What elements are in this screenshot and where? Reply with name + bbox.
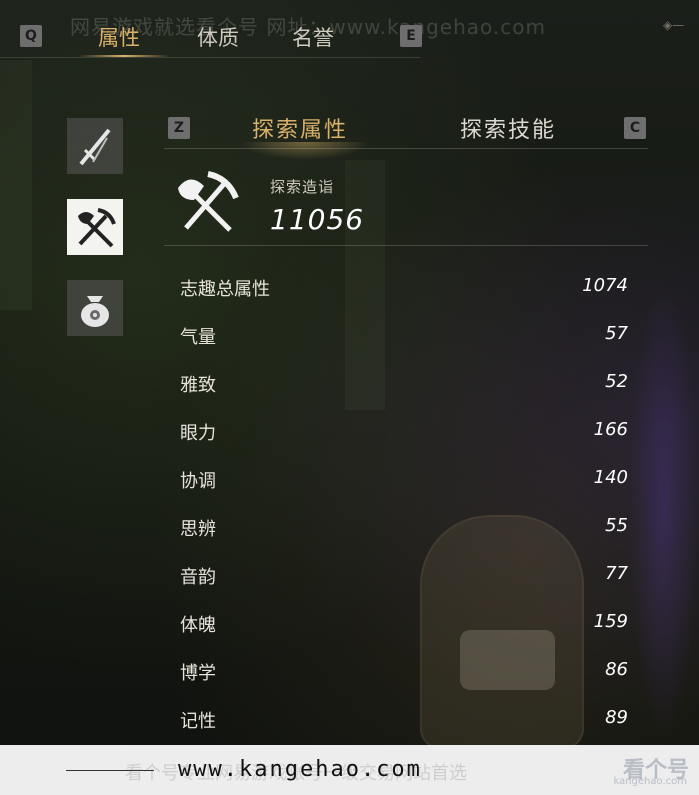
stat-name: 记性 xyxy=(180,711,216,732)
shovel-pickaxe-icon xyxy=(78,208,116,248)
stat-name: 思辨 xyxy=(180,519,216,540)
footer-url: www.kangehao.com xyxy=(178,757,422,782)
tab-attributes[interactable]: 属性 xyxy=(98,22,140,52)
stat-row: 气量 57 xyxy=(180,323,628,353)
category-combat[interactable] xyxy=(67,118,123,174)
footer-line xyxy=(66,770,154,771)
stat-name: 眼力 xyxy=(180,423,216,444)
sword-icon xyxy=(79,128,111,166)
stat-name: 志趣总属性 xyxy=(180,279,270,300)
stat-name: 体魄 xyxy=(180,615,216,636)
key-hint-prev-tab[interactable]: Q xyxy=(20,25,42,47)
stat-name: 气量 xyxy=(180,327,216,348)
stat-value: 86 xyxy=(605,659,628,680)
tab-bar-divider xyxy=(0,57,420,58)
tab-constitution[interactable]: 体质 xyxy=(197,22,239,52)
stat-row: 体魄 159 xyxy=(180,611,628,641)
stat-row: 音韵 77 xyxy=(180,563,628,593)
stat-name: 协调 xyxy=(180,471,216,492)
subtab-exploration-skills[interactable]: 探索技能 xyxy=(460,112,556,144)
stat-name: 音韵 xyxy=(180,567,216,588)
background-bamboo-stalk xyxy=(0,60,32,310)
stat-value: 159 xyxy=(593,611,628,632)
shovel-pickaxe-icon xyxy=(178,171,239,232)
stat-row: 协调 140 xyxy=(180,467,628,497)
key-hint-next-subtab[interactable]: C xyxy=(624,117,646,139)
subtab-divider xyxy=(164,148,648,149)
subtab-active-glow xyxy=(240,142,370,160)
stat-value: 57 xyxy=(605,323,628,344)
stat-value: 52 xyxy=(605,371,628,392)
category-wealth[interactable] xyxy=(67,280,123,336)
stat-value: 89 xyxy=(605,707,628,728)
background-flowers xyxy=(629,280,699,740)
stat-row: 记性 89 xyxy=(180,707,628,737)
stat-row: 思辨 55 xyxy=(180,515,628,545)
stat-value: 1074 xyxy=(582,275,628,296)
exploration-mastery-label: 探索造诣 xyxy=(270,178,335,196)
stat-value: 77 xyxy=(605,563,628,584)
score-divider xyxy=(164,245,648,246)
stat-value: 166 xyxy=(593,419,628,440)
stat-row: 眼力 166 xyxy=(180,419,628,449)
stat-row: 博学 86 xyxy=(180,659,628,689)
tab-reputation[interactable]: 名誉 xyxy=(292,22,334,52)
corner-ornament-icon: ◈— xyxy=(663,18,685,32)
category-exploration[interactable] xyxy=(67,199,123,255)
stat-value: 55 xyxy=(605,515,628,536)
key-hint-next-tab[interactable]: E xyxy=(400,25,422,47)
subtab-exploration-attributes[interactable]: 探索属性 xyxy=(252,112,348,144)
stat-value: 140 xyxy=(593,467,628,488)
stat-name: 雅致 xyxy=(180,375,216,396)
money-bag-icon xyxy=(81,296,109,327)
watermark-logo-domain: kangehao.com xyxy=(613,776,687,787)
key-hint-prev-subtab[interactable]: Z xyxy=(168,117,190,139)
stat-name: 博学 xyxy=(180,663,216,684)
stat-row: 雅致 52 xyxy=(180,371,628,401)
exploration-mastery-value: 11056 xyxy=(270,203,365,236)
stat-row: 志趣总属性 1074 xyxy=(180,275,628,305)
